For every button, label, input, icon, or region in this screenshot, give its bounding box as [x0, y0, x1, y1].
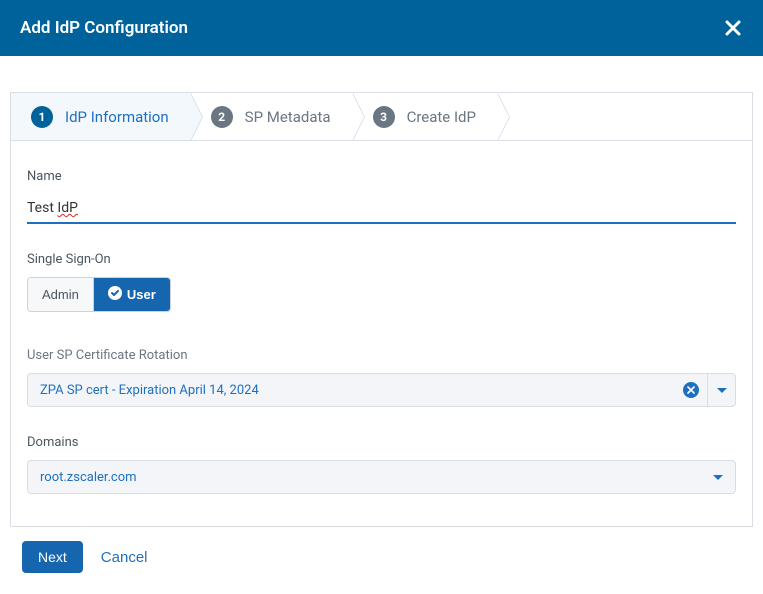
modal-header: Add IdP Configuration: [0, 0, 763, 56]
cert-select[interactable]: ZPA SP cert - Expiration April 14, 2024: [27, 373, 736, 407]
step-label: Create IdP: [407, 108, 476, 126]
check-circle-icon: [108, 286, 122, 303]
field-cert-rotation: User SP Certificate Rotation ZPA SP cert…: [27, 348, 736, 407]
step-arrow-icon: [498, 93, 510, 141]
cert-label: User SP Certificate Rotation: [27, 348, 736, 363]
clear-icon[interactable]: [683, 382, 699, 398]
field-name: Name Test IdP: [27, 169, 736, 224]
step-arrow-icon: [353, 93, 365, 141]
cert-dropdown-toggle[interactable]: [707, 374, 735, 406]
name-value-spellcheck: IdP: [57, 200, 78, 216]
wizard-steps: 1 IdP Information 2 SP Metadata 3 Create…: [11, 93, 752, 141]
sso-option-admin[interactable]: Admin: [28, 278, 93, 311]
cert-selected-value: ZPA SP cert - Expiration April 14, 2024: [40, 383, 259, 398]
cancel-button[interactable]: Cancel: [101, 549, 148, 566]
step-badge: 1: [31, 106, 53, 128]
caret-down-icon: [713, 475, 723, 480]
next-button[interactable]: Next: [22, 541, 83, 573]
sso-label: Single Sign-On: [27, 252, 736, 267]
step-label: IdP Information: [65, 108, 169, 126]
modal-title: Add IdP Configuration: [20, 18, 188, 38]
domains-selected-value: root.zscaler.com: [40, 470, 137, 485]
form-body: Name Test IdP Single Sign-On Admin: [11, 141, 752, 526]
sso-option-user-label: User: [127, 287, 156, 302]
name-label: Name: [27, 169, 736, 184]
step-label: SP Metadata: [245, 108, 331, 126]
cert-select-controls: [683, 374, 735, 406]
wizard-step-sp-metadata[interactable]: 2 SP Metadata: [191, 93, 353, 140]
step-arrow-icon: [191, 93, 203, 141]
name-input[interactable]: Test IdP: [27, 194, 736, 224]
close-icon[interactable]: [723, 18, 743, 38]
caret-down-icon: [717, 388, 727, 393]
wizard-step-idp-information[interactable]: 1 IdP Information: [11, 93, 191, 140]
content-area: 1 IdP Information 2 SP Metadata 3 Create…: [0, 56, 763, 527]
wizard-step-create-idp[interactable]: 3 Create IdP: [353, 93, 498, 140]
name-value-prefix: Test: [27, 200, 57, 216]
field-domains: Domains root.zscaler.com: [27, 435, 736, 494]
wizard-panel: 1 IdP Information 2 SP Metadata 3 Create…: [10, 92, 753, 527]
footer-bar: Next Cancel: [0, 527, 763, 587]
step-badge: 2: [211, 106, 233, 128]
step-badge: 3: [373, 106, 395, 128]
domains-label: Domains: [27, 435, 736, 450]
domains-select[interactable]: root.zscaler.com: [27, 460, 736, 494]
sso-option-user[interactable]: User: [93, 278, 170, 311]
field-sso: Single Sign-On Admin User: [27, 252, 736, 312]
sso-toggle-group: Admin User: [27, 277, 171, 312]
